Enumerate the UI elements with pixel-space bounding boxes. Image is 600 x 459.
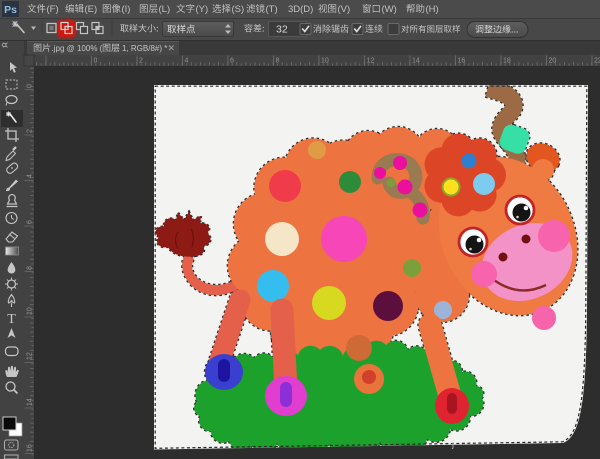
svg-text:14: 14: [27, 398, 34, 406]
svg-text:8: 8: [276, 58, 280, 65]
svg-text:(L): (L): [159, 4, 171, 15]
svg-text:(Y): (Y): [196, 4, 209, 15]
svg-text:(W): (W): [382, 4, 397, 15]
svg-text:j: j: [451, 439, 454, 449]
svg-text:(H): (H): [426, 4, 439, 15]
svg-text:.jpg @ 100% (: .jpg @ 100% (: [52, 44, 103, 53]
svg-text:22: 22: [594, 58, 600, 65]
svg-text:16: 16: [27, 444, 34, 452]
svg-text:(V): (V): [338, 4, 351, 15]
svg-text:20: 20: [549, 58, 557, 65]
svg-text:6: 6: [27, 220, 34, 224]
svg-text:4: 4: [185, 58, 189, 65]
svg-text:T: T: [7, 312, 16, 327]
svg-text:2: 2: [139, 58, 143, 65]
svg-text:8: 8: [27, 266, 34, 270]
svg-text:3D(D): 3D(D): [288, 4, 313, 15]
svg-text:(E): (E): [85, 4, 98, 15]
svg-text:6: 6: [230, 58, 234, 65]
svg-text:14: 14: [412, 58, 420, 65]
svg-text:12: 12: [27, 352, 34, 360]
svg-text:0: 0: [27, 84, 34, 88]
svg-text:(I): (I): [122, 4, 131, 15]
svg-text:10: 10: [27, 307, 34, 315]
svg-text:(S): (S): [232, 4, 245, 15]
svg-text:0: 0: [94, 58, 98, 65]
svg-text:(F): (F): [47, 4, 59, 15]
svg-text:18: 18: [503, 58, 511, 65]
svg-text:1, RGB/8#) *: 1, RGB/8#) *: [122, 44, 167, 53]
svg-text:32: 32: [276, 24, 288, 36]
svg-text:(T): (T): [266, 4, 278, 15]
svg-text:12: 12: [367, 58, 375, 65]
svg-text:Ps: Ps: [4, 4, 17, 16]
svg-text:10: 10: [321, 58, 329, 65]
svg-text:2: 2: [27, 129, 34, 133]
svg-text:16: 16: [458, 58, 466, 65]
svg-text:4: 4: [27, 174, 34, 178]
